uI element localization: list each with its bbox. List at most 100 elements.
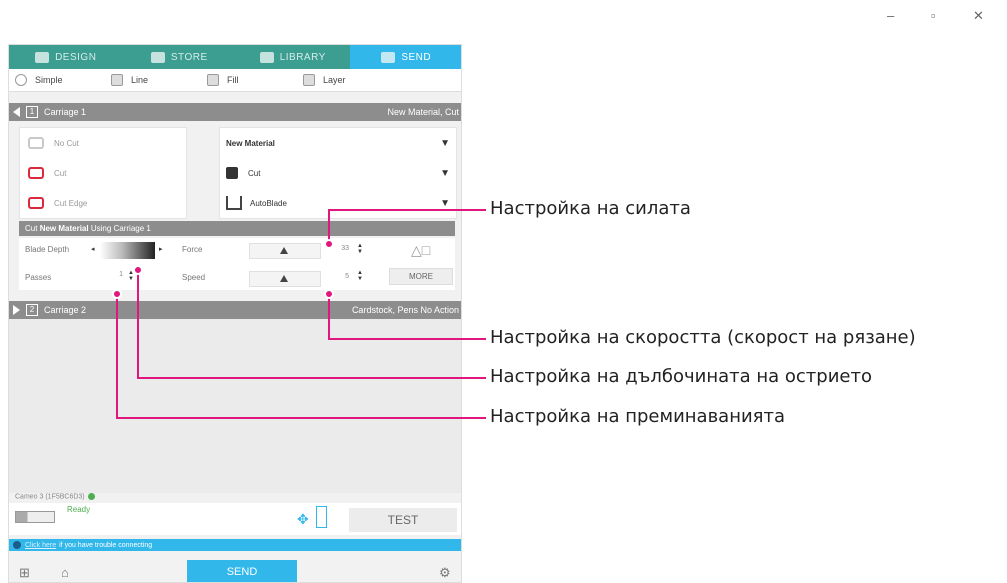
layer-icon bbox=[303, 74, 315, 86]
test-button[interactable]: TEST bbox=[349, 508, 457, 532]
design-icon bbox=[35, 51, 50, 63]
callout-force: Настройка на силата bbox=[490, 198, 691, 219]
force-label: Force bbox=[182, 245, 203, 254]
info-bar: Click here if you have trouble connectin… bbox=[9, 539, 461, 551]
connected-check-icon bbox=[87, 493, 95, 500]
mode-layer[interactable]: Layer bbox=[297, 74, 393, 86]
footer-bar: ⊞ ⌂ SEND ⚙ bbox=[9, 551, 461, 582]
blade-depth-decrease[interactable]: ◂ bbox=[91, 245, 95, 253]
blade-depth-selector[interactable] bbox=[100, 242, 155, 259]
carriage-1-label: Carriage 1 bbox=[44, 107, 87, 117]
feed-icon[interactable] bbox=[316, 506, 327, 528]
help-link[interactable]: Click here bbox=[25, 542, 56, 549]
callout-blade-depth: Настройка на дълбочината на острието bbox=[490, 366, 872, 387]
passes-value[interactable]: 1 bbox=[105, 271, 123, 285]
carriage-1-material: New Material, Cut bbox=[387, 107, 459, 117]
device-panel: Ready ✥ TEST bbox=[9, 503, 461, 535]
callout-passes: Настройка на преминаванията bbox=[490, 406, 786, 427]
send-button[interactable]: SEND bbox=[187, 560, 297, 582]
cut-icon bbox=[28, 167, 44, 179]
force-stepper[interactable]: ▲ ▼ bbox=[357, 243, 363, 255]
mode-fill[interactable]: Fill bbox=[201, 74, 297, 86]
callout-dot-passes bbox=[112, 289, 122, 299]
carriage-1-number: 1 bbox=[26, 106, 38, 118]
force-slider[interactable] bbox=[249, 243, 321, 259]
no-cut-icon bbox=[28, 137, 44, 149]
mode-simple[interactable]: Simple bbox=[9, 74, 105, 86]
cut-option-no-cut[interactable]: No Cut bbox=[20, 128, 186, 158]
callout-line-speed-vertical bbox=[328, 294, 330, 339]
window-controls: – ▫ ✕ bbox=[887, 8, 1007, 28]
cut-params-header: Cut New Material Using Carriage 1 bbox=[19, 221, 455, 236]
callout-line-force-horizontal bbox=[328, 209, 486, 211]
force-value[interactable]: 33 bbox=[331, 245, 349, 259]
move-arrows-icon[interactable]: ✥ bbox=[297, 511, 309, 528]
expand-triangle-icon bbox=[13, 305, 20, 315]
callout-line-speed-horizontal bbox=[328, 338, 486, 340]
blade-depth-label: Blade Depth bbox=[25, 245, 70, 254]
speed-slider[interactable] bbox=[249, 271, 321, 287]
carriage-2-status: Cardstock, Pens No Action bbox=[351, 305, 459, 315]
silhouette-app-window: DESIGN STORE LIBRARY SEND Simple Line Fi… bbox=[8, 44, 462, 583]
callout-speed: Настройка на скоростта (скорост на рязан… bbox=[490, 327, 916, 348]
library-sync-icon[interactable]: ⊞ bbox=[19, 565, 30, 581]
autoblade-icon bbox=[226, 196, 242, 210]
carriage-2-label: Carriage 2 bbox=[44, 305, 87, 315]
simple-icon bbox=[15, 74, 27, 86]
cut-action-icon bbox=[226, 167, 238, 179]
cut-options-panel: No Cut Cut Cut Edge bbox=[19, 127, 187, 219]
tab-design[interactable]: DESIGN bbox=[9, 45, 123, 69]
tab-send[interactable]: SEND bbox=[349, 45, 461, 69]
callout-line-blade-horizontal bbox=[137, 377, 486, 379]
device-status-line: Cameo 3 (1F5BC6D3) bbox=[9, 493, 461, 503]
tab-library[interactable]: LIBRARY bbox=[236, 45, 350, 69]
maximize-button[interactable]: ▫ bbox=[931, 8, 936, 23]
passes-label: Passes bbox=[25, 273, 52, 282]
callout-line-blade-vertical bbox=[137, 270, 139, 379]
empty-panel-area bbox=[9, 319, 461, 493]
callout-dot-speed bbox=[324, 289, 334, 299]
chevron-down-icon: ▼ bbox=[440, 137, 450, 149]
speed-label: Speed bbox=[182, 273, 206, 282]
carriage-2-number: 2 bbox=[26, 304, 38, 316]
main-tab-bar: DESIGN STORE LIBRARY SEND bbox=[9, 45, 461, 69]
cut-params-panel: Blade Depth ◂ ▸ Passes 1 ▲ ▼ Force 33 ▲ ▼ … bbox=[19, 238, 455, 290]
callout-dot-blade bbox=[133, 265, 143, 275]
store-icon bbox=[150, 51, 165, 63]
material-select[interactable]: New Material ▼ bbox=[220, 128, 456, 158]
info-icon bbox=[13, 541, 21, 549]
send-mode-bar: Simple Line Fill Layer bbox=[9, 69, 461, 92]
chevron-down-icon: ▼ bbox=[440, 197, 450, 209]
slider-thumb[interactable] bbox=[280, 247, 288, 254]
test-shapes-icon[interactable]: △□ bbox=[411, 242, 430, 259]
callout-dot-force bbox=[324, 239, 334, 249]
blade-depth-increase[interactable]: ▸ bbox=[159, 245, 163, 253]
blade-select[interactable]: AutoBlade ▼ bbox=[220, 188, 456, 218]
close-button[interactable]: ✕ bbox=[973, 8, 984, 24]
send-icon bbox=[381, 51, 396, 63]
library-icon bbox=[259, 51, 274, 63]
material-panel: New Material ▼ Cut ▼ AutoBlade ▼ bbox=[219, 127, 457, 219]
speed-stepper[interactable]: ▲ ▼ bbox=[357, 270, 363, 282]
speed-value[interactable]: 5 bbox=[331, 273, 349, 287]
tutorial-icon[interactable]: ⌂ bbox=[61, 565, 69, 580]
cutter-device-icon bbox=[15, 511, 55, 523]
mode-line[interactable]: Line bbox=[105, 74, 201, 86]
action-select[interactable]: Cut ▼ bbox=[220, 158, 456, 188]
cut-option-cut-edge[interactable]: Cut Edge bbox=[20, 188, 186, 218]
device-ready-status: Ready bbox=[67, 505, 91, 514]
callout-line-passes-vertical bbox=[116, 294, 118, 419]
tab-store[interactable]: STORE bbox=[123, 45, 237, 69]
cut-option-cut[interactable]: Cut bbox=[20, 158, 186, 188]
carriage-2-bar[interactable]: 2 Carriage 2 Cardstock, Pens No Action bbox=[9, 301, 461, 319]
chevron-down-icon: ▼ bbox=[440, 167, 450, 179]
callout-line-passes-horizontal bbox=[116, 417, 486, 419]
gear-icon[interactable]: ⚙ bbox=[439, 565, 451, 581]
more-button[interactable]: MORE bbox=[389, 268, 453, 285]
minimize-button[interactable]: – bbox=[887, 8, 894, 23]
carriage-1-bar[interactable]: 1 Carriage 1 New Material, Cut bbox=[9, 103, 461, 121]
line-icon bbox=[111, 74, 123, 86]
cut-edge-icon bbox=[28, 197, 44, 209]
collapse-triangle-icon bbox=[13, 107, 20, 117]
slider-thumb[interactable] bbox=[280, 275, 288, 282]
